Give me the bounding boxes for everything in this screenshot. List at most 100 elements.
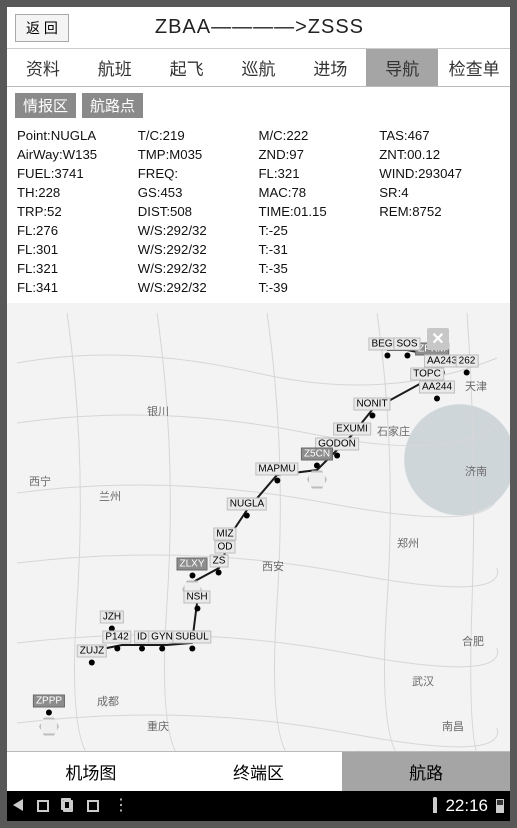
- data-row: FL:301W/S:292/32T:-31: [17, 240, 500, 259]
- waypoint-label: ZS: [210, 555, 229, 568]
- waypoint-dot-icon: [369, 413, 375, 419]
- data-cell: W/S:292/32: [138, 278, 259, 297]
- waypoint-label: TOPC: [410, 368, 444, 381]
- nav-menu-icon[interactable]: ⋮: [113, 801, 129, 811]
- waypoint-label: ZPPP: [33, 695, 65, 708]
- waypoint-NUGLA[interactable]: NUGLA: [227, 498, 267, 519]
- waypoint-NONIT[interactable]: NONIT: [353, 398, 390, 419]
- data-cell: REM:8752: [379, 202, 500, 221]
- data-cell: ZND:97: [259, 145, 380, 164]
- back-button[interactable]: 返 回: [15, 14, 69, 42]
- data-row: FL:276W/S:292/32T:-25: [17, 221, 500, 240]
- tab-cruise[interactable]: 巡航: [223, 49, 295, 86]
- waypoint-dot-icon: [139, 646, 145, 652]
- top-tabs: 资料 航班 起飞 巡航 进场 导航 检查单: [7, 49, 510, 87]
- data-row: TRP:52DIST:508TIME:01.15REM:8752: [17, 202, 500, 221]
- nav-recent-icon[interactable]: [63, 800, 73, 812]
- data-cell: TH:228: [17, 183, 138, 202]
- waypoint-label: SUBUL: [172, 631, 211, 644]
- waypoint-AA244[interactable]: AA244: [419, 381, 455, 402]
- waypoint-label: P142: [102, 631, 131, 644]
- waypoint-dot-icon: [334, 453, 340, 459]
- hexagon-icon: [307, 471, 327, 489]
- waypoint-label: MAPMU: [255, 463, 298, 476]
- tab-nav[interactable]: 导航: [366, 49, 438, 86]
- waypoint-MAPMU[interactable]: MAPMU: [255, 463, 298, 484]
- waypoint-dot-icon: [314, 463, 320, 469]
- data-cell: AirWay:W135: [17, 145, 138, 164]
- sub-header: 情报区 航路点: [7, 87, 510, 124]
- waypoint-Z5CN[interactable]: Z5CN: [301, 448, 333, 489]
- waypoint-label: OD: [215, 541, 236, 554]
- city-label: 南昌: [442, 718, 464, 734]
- data-cell: TMP:M035: [138, 145, 259, 164]
- data-cell: W/S:292/32: [138, 221, 259, 240]
- waypoint-262[interactable]: 262: [456, 355, 479, 376]
- waypoint-JZH[interactable]: JZH: [100, 611, 124, 632]
- waypoint-label: NONIT: [353, 398, 390, 411]
- map-view[interactable]: 天津济南石家庄银川西宁兰州郑州西安合肥武汉成都南昌重庆长沙 ZPKMBEGRIS…: [7, 303, 510, 751]
- waypoint-NSH[interactable]: NSH: [183, 591, 210, 612]
- waypoint-SOS[interactable]: SOS: [393, 338, 420, 359]
- waypoint-ZPPP[interactable]: ZPPP: [33, 695, 65, 736]
- data-cell: TIME:01.15: [259, 202, 380, 221]
- data-cell: T:-25: [259, 221, 380, 240]
- waypoint-dot-icon: [404, 353, 410, 359]
- data-cell: [379, 278, 500, 297]
- data-cell: FUEL:3741: [17, 164, 138, 183]
- ftab-route[interactable]: 航路: [342, 752, 510, 791]
- city-label: 兰州: [99, 488, 121, 504]
- waypoint-label: ZLXY: [176, 558, 207, 571]
- waypoint-ZS[interactable]: ZS: [210, 555, 229, 576]
- close-icon[interactable]: ✕: [427, 328, 449, 350]
- data-cell: W/S:292/32: [138, 240, 259, 259]
- nav-data-grid: Point:NUGLAT/C:219M/C:222TAS:467AirWay:W…: [7, 124, 510, 303]
- nav-home-icon[interactable]: [37, 800, 49, 812]
- city-label: 郑州: [397, 535, 419, 551]
- route-title: ZBAA————>ZSSS: [69, 16, 510, 39]
- city-label: 济南: [465, 463, 487, 479]
- data-cell: FL:341: [17, 278, 138, 297]
- waypoint-label: NUGLA: [227, 498, 267, 511]
- tab-info[interactable]: 资料: [7, 49, 79, 86]
- header-bar: 返 回 ZBAA————>ZSSS: [7, 7, 510, 49]
- waypoint-label: MIZ: [213, 528, 236, 541]
- waypoint-dot-icon: [244, 513, 250, 519]
- data-cell: GS:453: [138, 183, 259, 202]
- data-cell: FL:321: [259, 164, 380, 183]
- footer-tabs: 机场图 终端区 航路: [7, 751, 510, 791]
- waypoints-button[interactable]: 航路点: [82, 93, 143, 118]
- waypoint-dot-icon: [194, 606, 200, 612]
- data-cell: Point:NUGLA: [17, 126, 138, 145]
- ftab-terminal[interactable]: 终端区: [175, 752, 343, 791]
- waypoint-label: ZUJZ: [77, 645, 107, 658]
- waypoint-ZUJZ[interactable]: ZUJZ: [77, 645, 107, 666]
- data-row: Point:NUGLAT/C:219M/C:222TAS:467: [17, 126, 500, 145]
- data-cell: TRP:52: [17, 202, 138, 221]
- waypoint-SUBUL[interactable]: SUBUL: [172, 631, 211, 652]
- fir-button[interactable]: 情报区: [15, 93, 76, 118]
- waypoint-dot-icon: [46, 710, 52, 716]
- data-cell: FL:276: [17, 221, 138, 240]
- tab-checklist[interactable]: 检查单: [438, 49, 510, 86]
- city-label: 西宁: [29, 473, 51, 489]
- city-label: 武汉: [412, 673, 434, 689]
- tab-takeoff[interactable]: 起飞: [151, 49, 223, 86]
- data-cell: FL:301: [17, 240, 138, 259]
- data-cell: W/S:292/32: [138, 259, 259, 278]
- wifi-icon: [433, 799, 437, 813]
- data-cell: M/C:222: [259, 126, 380, 145]
- nav-screenshot-icon[interactable]: [87, 800, 99, 812]
- waypoint-dot-icon: [189, 573, 195, 579]
- waypoint-dot-icon: [434, 396, 440, 402]
- nav-back-icon[interactable]: [13, 799, 23, 814]
- tab-flight[interactable]: 航班: [79, 49, 151, 86]
- data-row: FUEL:3741FREQ:FL:321WIND:293047: [17, 164, 500, 183]
- city-label: 天津: [465, 378, 487, 394]
- waypoint-label: 262: [456, 355, 479, 368]
- waypoint-dot-icon: [464, 370, 470, 376]
- tab-approach[interactable]: 进场: [294, 49, 366, 86]
- data-row: TH:228GS:453MAC:78SR:4: [17, 183, 500, 202]
- data-cell: T/C:219: [138, 126, 259, 145]
- ftab-airport-chart[interactable]: 机场图: [7, 752, 175, 791]
